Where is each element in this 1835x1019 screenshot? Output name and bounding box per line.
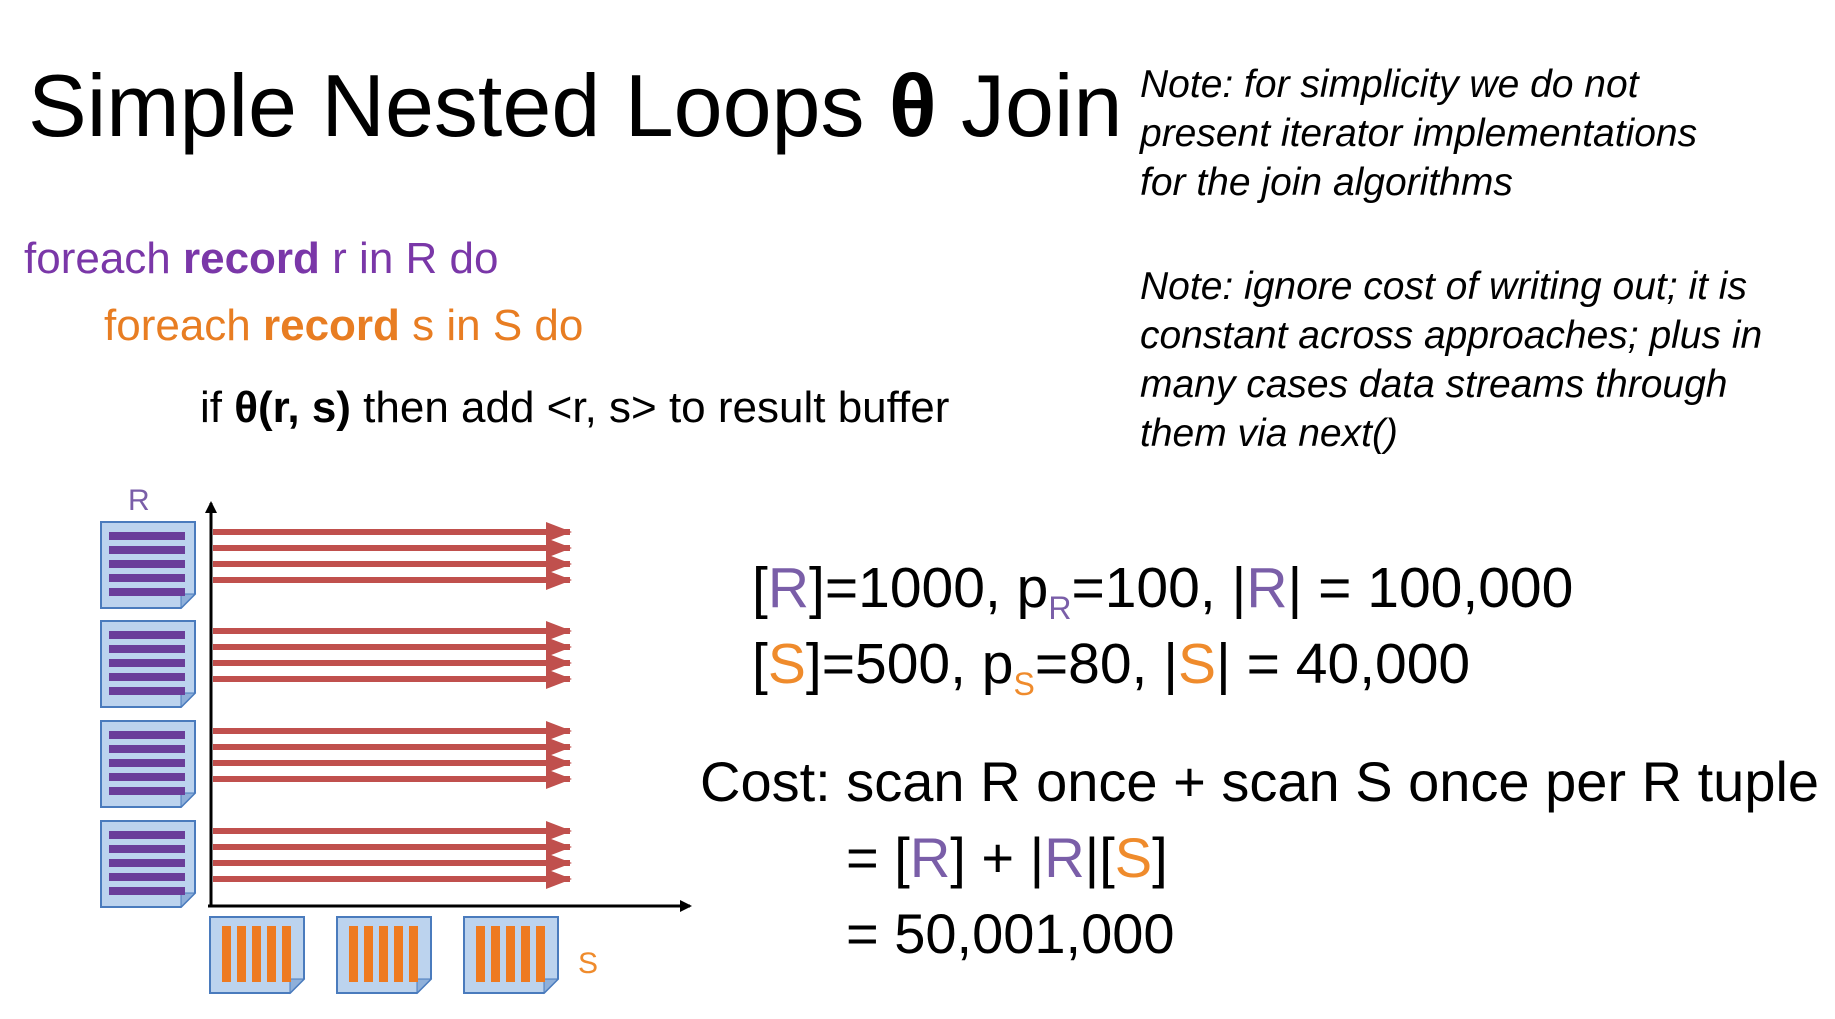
s-tuple-stripe [536, 926, 545, 982]
r-tuple-stripe [109, 787, 185, 795]
r-tuple-stripe [109, 831, 185, 839]
r-page [100, 720, 197, 809]
s-page [336, 916, 433, 995]
r-tuple-stripe [109, 745, 185, 753]
r-page [100, 620, 197, 709]
s-tuple-stripe [506, 926, 515, 982]
r-tuple-stripe [109, 673, 185, 681]
r-tuple-stripe [109, 759, 185, 767]
s-tuple-stripe [252, 926, 261, 982]
s-page [463, 916, 560, 995]
s-tuple-stripe [521, 926, 530, 982]
r-tuple-stripe [109, 845, 185, 853]
r-tuple-stripe [109, 659, 185, 667]
s-tuple-stripe [409, 926, 418, 982]
s-pages [209, 916, 560, 995]
r-tuple-stripe [109, 560, 185, 568]
s-tuple-stripe [491, 926, 500, 982]
s-tuple-stripe [222, 926, 231, 982]
s-tuple-stripe [267, 926, 276, 982]
r-axis-label: R [128, 484, 150, 517]
s-tuple-stripe [476, 926, 485, 982]
s-page [209, 916, 306, 995]
r-tuple-stripe [109, 731, 185, 739]
r-pages [100, 521, 197, 909]
r-tuple-stripe [109, 687, 185, 695]
r-tuple-stripe [109, 631, 185, 639]
r-tuple-stripe [109, 645, 185, 653]
s-tuple-stripe [364, 926, 373, 982]
r-tuple-stripe [109, 873, 185, 881]
s-tuple-stripe [237, 926, 246, 982]
r-tuple-stripe [109, 588, 185, 596]
s-tuple-stripe [394, 926, 403, 982]
s-tuple-stripe [282, 926, 291, 982]
slide: Simple Nested Loops θ Join Note: for sim… [0, 0, 1835, 1019]
s-tuple-stripe [379, 926, 388, 982]
scan-arrows [213, 522, 572, 889]
r-tuple-stripe [109, 859, 185, 867]
r-tuple-stripe [109, 546, 185, 554]
s-axis-label: S [578, 947, 598, 980]
r-page [100, 820, 197, 909]
r-tuple-stripe [109, 773, 185, 781]
s-tuple-stripe [349, 926, 358, 982]
r-page [100, 521, 197, 610]
r-tuple-stripe [109, 574, 185, 582]
nested-loop-diagram: R S [100, 484, 692, 995]
r-tuple-stripe [109, 532, 185, 540]
r-tuple-stripe [109, 887, 185, 895]
